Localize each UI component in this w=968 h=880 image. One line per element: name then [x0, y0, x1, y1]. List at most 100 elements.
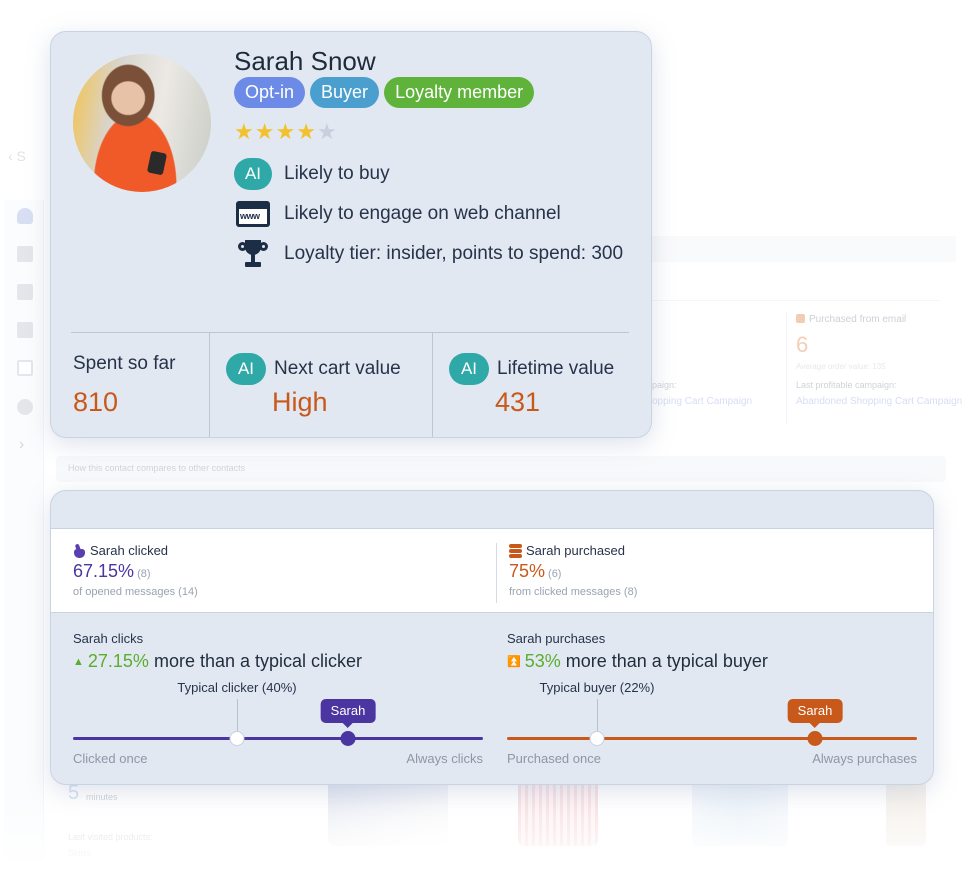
star-filled-icon: ★ [254, 119, 275, 144]
file-text-icon[interactable] [17, 360, 33, 376]
slider-max-label: Always clicks [406, 751, 483, 766]
divider [786, 312, 787, 424]
ai-badge-icon: AI [449, 353, 489, 385]
metric-label: AI Lifetime value [449, 353, 614, 385]
pointer-hand-icon [73, 544, 86, 558]
profile-card: Sarah Snow Opt-in Buyer Loyalty member ★ ★ ★… [50, 31, 652, 438]
slider-track [73, 737, 483, 740]
purchased-title: Sarah purchased [526, 543, 626, 558]
purchased-from-email-label: Purchased from email [796, 314, 906, 325]
slider-headline: ⏫ 53% more than a typical buyer [507, 651, 917, 672]
slider-title: Sarah purchases [507, 631, 606, 646]
trait-list: AI Likely to buy www Likely to engage on… [234, 154, 623, 274]
clicked-title: Sarah clicked [90, 543, 169, 558]
purchased-subtext: from clicked messages (8) [509, 586, 638, 598]
purchase-comparison-slider: Sarah purchases ⏫ 53% more than a typical… [507, 631, 917, 771]
www-text: www [240, 211, 260, 221]
compare-heading: How this contact compares to other conta… [68, 463, 246, 473]
compare-section-header: How this contact compares to other conta… [56, 456, 946, 482]
label-text: Purchased from email [809, 314, 907, 325]
star-filled-icon: ★ [275, 119, 296, 144]
metric-lifetime-value: AI Lifetime value 431 [432, 333, 651, 437]
star-rating: ★ ★ ★ ★ ★ [234, 121, 337, 143]
fade-overlay [0, 800, 968, 880]
sarah-marker [807, 731, 823, 746]
metric-label-text: Next cart value [274, 358, 401, 379]
sarah-tag: Sarah [787, 699, 843, 728]
sarah-marker [340, 731, 356, 746]
slider-track [507, 737, 917, 740]
expand-sidebar-icon[interactable]: › [19, 436, 24, 454]
slider-min-label: Clicked once [73, 751, 148, 766]
last-profitable-campaign-link[interactable]: Abandoned Shopping Cart Campaign [796, 396, 962, 407]
ai-badge-icon: AI [226, 353, 266, 385]
percent-value: 75% [509, 561, 546, 581]
comparison-card-header [51, 491, 933, 529]
photo-document-icon[interactable] [17, 284, 33, 300]
trophy-icon [238, 240, 268, 268]
slider-max-label: Always purchases [812, 751, 917, 766]
campaign-label: paign: [652, 380, 677, 390]
trait-label: Likely to buy [284, 163, 390, 184]
delta-text: more than a typical clicker [153, 651, 363, 671]
coins-icon [796, 314, 805, 323]
slider-title: Sarah clicks [73, 631, 144, 646]
count: (6) [548, 568, 562, 580]
globe-icon[interactable] [17, 399, 33, 415]
document-check-icon[interactable] [17, 246, 33, 262]
double-arrow-up-icon: ⏫ [507, 656, 521, 668]
slider-headline: ▲ 27.15% more than a typical clicker [73, 651, 483, 672]
typical-label: Typical buyer (22%) [539, 680, 655, 695]
trait-label: Likely to engage on web channel [284, 203, 561, 224]
building-icon[interactable] [17, 322, 33, 338]
comparison-card: Sarah clicked 67.15% (8) of opened messag… [50, 490, 934, 785]
slider-min-label: Purchased once [507, 751, 601, 766]
clicked-percent: 67.15% (8) [73, 561, 198, 582]
metric-label-text: Lifetime value [497, 358, 615, 379]
trait-item: Loyalty tier: insider, points to spend: … [234, 234, 623, 274]
sarah-tag: Sarah [320, 699, 376, 728]
metric-spent-so-far: Spent so far 810 [51, 333, 209, 437]
clicked-subtext: of opened messages (14) [73, 586, 198, 598]
campaign-link[interactable]: opping Cart Campaign [652, 396, 752, 407]
metric-next-cart-value: AI Next cart value High [209, 333, 432, 437]
purchased-percent: 75% (6) [509, 561, 637, 582]
badge-opt-in: Opt-in [234, 77, 306, 108]
metric-label: Spent so far [73, 353, 176, 374]
star-filled-icon: ★ [234, 119, 254, 144]
phone-icon [146, 150, 168, 176]
back-button[interactable]: ‹ S [8, 148, 26, 164]
delta-value: 27.15% [87, 651, 149, 671]
purchased-from-email-value: 6 [796, 332, 809, 357]
badge-buyer: Buyer [310, 77, 380, 108]
metrics-row: Spent so far 810 AI Next cart value High … [51, 333, 651, 437]
contact-icon[interactable] [17, 208, 33, 224]
metric-value: High [272, 387, 328, 417]
sidebar: › [4, 200, 44, 860]
star-empty-icon: ★ [316, 119, 337, 144]
contact-name: Sarah Snow [234, 46, 376, 76]
coins-icon [509, 543, 522, 558]
metric-value: 431 [495, 387, 541, 417]
badge-loyalty-member: Loyalty member [384, 77, 535, 108]
metric-value: 810 [73, 387, 119, 417]
trait-item: www Likely to engage on web channel [234, 194, 623, 234]
clicked-summary: Sarah clicked 67.15% (8) of opened messag… [73, 529, 198, 612]
avatar [73, 54, 211, 192]
ai-badge-icon: AI [234, 158, 272, 190]
delta-text: more than a typical buyer [565, 651, 768, 671]
badge-list: Opt-in Buyer Loyalty member [234, 77, 535, 108]
count: (8) [137, 568, 151, 580]
purchased-summary: Sarah purchased 75% (6) from clicked mess… [496, 543, 637, 603]
star-filled-icon: ★ [296, 119, 316, 144]
typical-marker [589, 731, 605, 746]
percent-value: 67.15% [73, 561, 135, 581]
typical-marker [229, 731, 245, 746]
engagement-summary: Sarah clicked 67.15% (8) of opened messag… [51, 529, 933, 613]
trait-label: Loyalty tier: insider, points to spend: … [284, 243, 624, 264]
typical-label: Typical clicker (40%) [177, 680, 297, 695]
arrow-up-icon: ▲ [73, 656, 84, 668]
delta-value: 53% [524, 651, 561, 671]
web-browser-icon: www [236, 201, 270, 227]
trait-item: AI Likely to buy [234, 154, 623, 194]
